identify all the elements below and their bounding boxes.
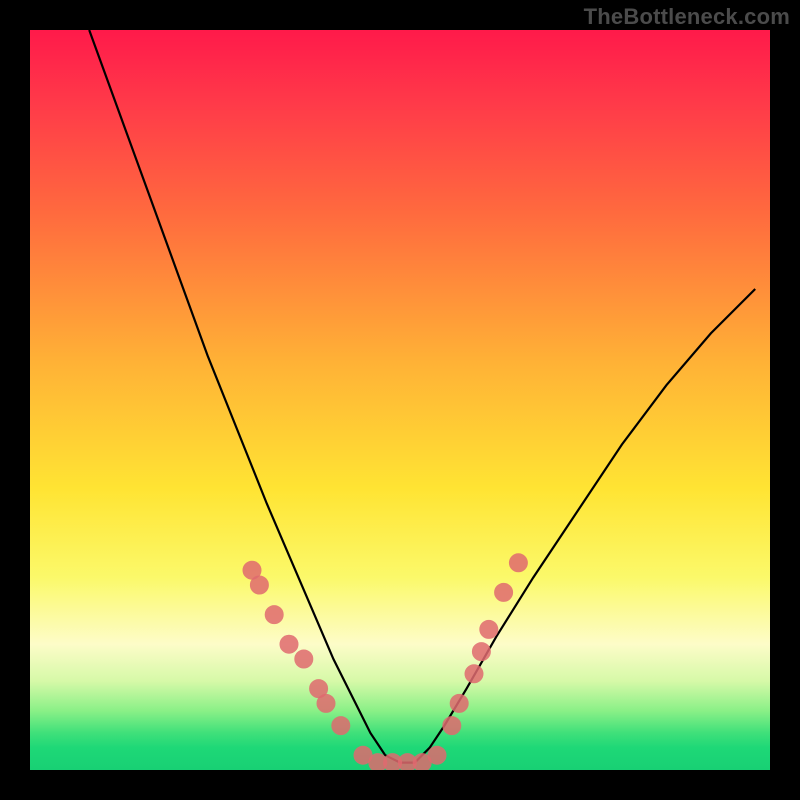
data-point	[265, 606, 283, 624]
data-point	[443, 717, 461, 735]
data-point	[332, 717, 350, 735]
bottleneck-curve-path	[89, 30, 755, 763]
data-point	[428, 746, 446, 764]
data-point	[465, 665, 483, 683]
data-point	[509, 554, 527, 572]
watermark-text: TheBottleneck.com	[584, 4, 790, 30]
data-point	[280, 635, 298, 653]
data-point	[495, 583, 513, 601]
data-point	[480, 620, 498, 638]
data-point	[472, 643, 490, 661]
chart-svg	[30, 30, 770, 770]
chart-frame: TheBottleneck.com	[0, 0, 800, 800]
data-points-group	[243, 554, 527, 770]
data-point	[250, 576, 268, 594]
plot-area	[30, 30, 770, 770]
data-point	[295, 650, 313, 668]
data-point	[317, 694, 335, 712]
data-point	[450, 694, 468, 712]
